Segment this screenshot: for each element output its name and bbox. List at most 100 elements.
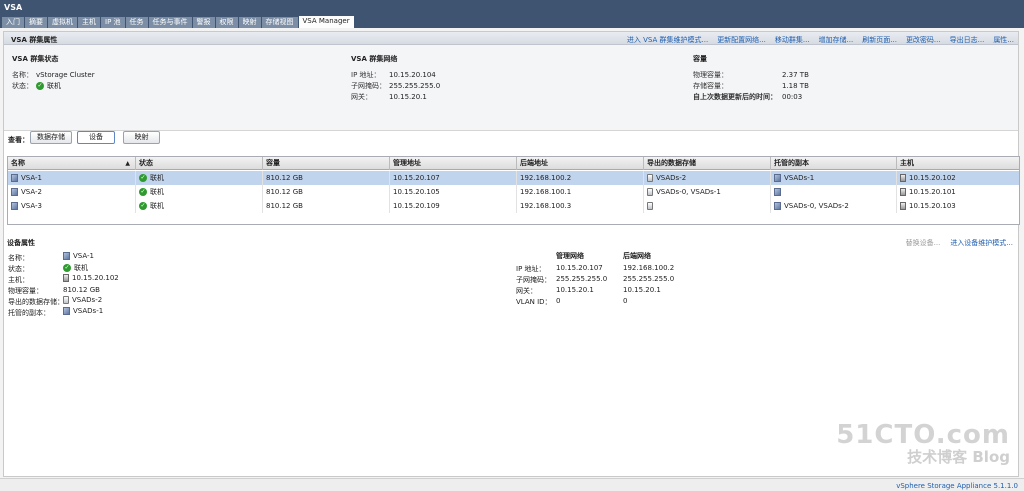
view-label: 查看：	[8, 136, 29, 144]
change-password-link[interactable]: 更改密码...	[906, 35, 941, 45]
replica-icon	[774, 188, 781, 196]
enter-cluster-maintenance-link[interactable]: 进入 VSA 群集维护模式...	[627, 35, 708, 45]
watermark: 51CTO.com 技术博客 Blog	[836, 420, 1010, 467]
cluster-name-label: 名称：	[12, 70, 33, 79]
tab-bar: 入门 摘要 虚拟机 主机 IP 池 任务 任务与事件 警报 权限 映射 存储视图…	[0, 15, 1024, 28]
replica-icon	[774, 202, 781, 210]
tab-tasks-events[interactable]: 任务与事件	[148, 17, 192, 28]
view-map-button[interactable]: 映射	[123, 131, 160, 144]
table-row[interactable]: VSA-2 ✓ 联机 810.12 GB 10.15.20.105 192.168…	[8, 185, 1019, 199]
tab-ip-pools[interactable]: IP 池	[101, 17, 125, 28]
tab-permissions[interactable]: 权限	[215, 17, 238, 28]
enter-appliance-maintenance-link[interactable]: 进入设备维护模式...	[950, 238, 1013, 248]
cluster-capacity-group: 容量 物理容量： 2.37 TB 存储容量： 1.18 TB 自上次数据更新后的时间…	[693, 54, 809, 102]
tab-vsa-manager[interactable]: VSA Manager	[298, 16, 354, 28]
device-mgmt-ip: 10.15.20.107	[556, 264, 603, 272]
device-backend-mask: 255.255.255.0	[623, 275, 675, 283]
table-row[interactable]: VSA-3 ✓ 联机 810.12 GB 10.15.20.109 192.168…	[8, 199, 1019, 213]
table-header: 名称 ▲ 状态 容量 管理地址 后端地址 导出的数据存储 托管的副本 主机	[8, 157, 1019, 170]
cluster-network-group: VSA 群集网络 IP 地址： 10.15.20.104 子网掩码： 255.255…	[351, 54, 440, 102]
physical-capacity-value: 2.37 TB	[782, 70, 809, 79]
cluster-name-value: vStorage Cluster	[36, 70, 95, 79]
host-icon	[900, 188, 906, 196]
appliance-properties-panel: 设备属性 替换设备... 进入设备维护模式... 名称： VSA-1 状态： ✓…	[4, 234, 1018, 324]
device-physical-capacity-value: 810.12 GB	[63, 286, 100, 294]
cluster-capacity-title: 容量	[693, 55, 707, 63]
datastore-icon	[647, 188, 653, 196]
tab-tasks[interactable]: 任务	[125, 17, 148, 28]
appliance-icon	[11, 174, 18, 182]
export-logs-link[interactable]: 导出日志...	[950, 35, 985, 45]
view-appliances-button[interactable]: 设备	[77, 131, 115, 144]
last-update-value: 00:03	[782, 92, 803, 101]
cluster-mask-label: 子网掩码：	[351, 81, 386, 90]
cluster-state-label: 状态：	[12, 81, 33, 90]
properties-link[interactable]: 属性...	[993, 35, 1014, 45]
storage-capacity-label: 存储容量：	[693, 81, 728, 90]
cluster-actions: 进入 VSA 群集维护模式... 更新配置网络... 移动群集... 增加存储.…	[618, 35, 1014, 45]
col-status-header[interactable]: 状态	[136, 157, 263, 170]
replica-icon	[63, 307, 70, 315]
col-name-header[interactable]: 名称 ▲	[8, 157, 136, 170]
device-vlan-label: VLAN ID：	[516, 298, 552, 306]
appliance-actions: 替换设备... 进入设备维护模式...	[906, 238, 1013, 248]
tab-getting-started[interactable]: 入门	[2, 17, 24, 28]
appliance-table: 名称 ▲ 状态 容量 管理地址 后端地址 导出的数据存储 托管的副本 主机 VSA…	[7, 156, 1020, 225]
host-icon	[63, 274, 69, 282]
device-physical-capacity-label: 物理容量：	[8, 287, 43, 295]
tab-hosts[interactable]: 主机	[78, 17, 100, 28]
replace-appliance-link: 替换设备...	[905, 239, 941, 247]
increase-storage-link[interactable]: 增加存储...	[819, 35, 854, 45]
col-host-header[interactable]: 主机	[897, 157, 1019, 170]
reconfigure-network-link[interactable]: 更新配置网络...	[717, 35, 766, 45]
col-exported-datastores-header[interactable]: 导出的数据存储	[644, 157, 771, 170]
tab-virtual-machines[interactable]: 虚拟机	[48, 17, 77, 28]
device-backend-gateway: 10.15.20.1	[623, 286, 661, 294]
col-capacity-header[interactable]: 容量	[263, 157, 390, 170]
host-icon	[900, 202, 906, 210]
online-check-icon: ✓	[63, 264, 71, 272]
online-check-icon: ✓	[139, 174, 147, 182]
device-mask-label: 子网掩码：	[516, 276, 551, 284]
tab-storage-views[interactable]: 存储视图	[261, 17, 298, 28]
device-backend-vlan: 0	[623, 297, 628, 305]
cluster-properties-header: VSA 群集属性 进入 VSA 群集维护模式... 更新配置网络... 移动群集…	[4, 32, 1018, 45]
version-label: vSphere Storage Appliance 5.1.1.0	[896, 482, 1018, 490]
refresh-page-link[interactable]: 刷新页面...	[862, 35, 897, 45]
col-hosted-replicas-header[interactable]: 托管的副本	[771, 157, 897, 170]
device-ip-label: IP 地址：	[516, 265, 546, 273]
cluster-network-title: VSA 群集网络	[351, 55, 398, 63]
table-row[interactable]: VSA-1 ✓ 联机 810.12 GB 10.15.20.107 192.168…	[8, 171, 1019, 185]
tab-maps[interactable]: 映射	[238, 17, 261, 28]
online-check-icon: ✓	[139, 188, 147, 196]
move-cluster-link[interactable]: 移动群集...	[775, 35, 810, 45]
app-title: VSA	[0, 0, 1024, 15]
cluster-properties-panel: VSA 群集状态 名称： vStorage Cluster 状态： ✓ 联机 VSA …	[4, 45, 1018, 131]
physical-capacity-label: 物理容量：	[693, 70, 728, 79]
appliance-icon	[11, 188, 18, 196]
replica-icon	[774, 174, 781, 182]
cluster-ip-label: IP 地址：	[351, 70, 381, 79]
tab-summary[interactable]: 摘要	[25, 17, 47, 28]
col-backend-address-header[interactable]: 后端地址	[517, 157, 644, 170]
col-mgmt-address-header[interactable]: 管理地址	[390, 157, 517, 170]
online-check-icon: ✓	[139, 202, 147, 210]
device-exported-label: 导出的数据存储：	[8, 298, 64, 306]
vsa-manager-panel: VSA 群集属性 进入 VSA 群集维护模式... 更新配置网络... 移动群集…	[3, 31, 1020, 477]
device-backend-ip: 192.168.100.2	[623, 264, 675, 272]
cluster-status-group: VSA 群集状态 名称： vStorage Cluster 状态： ✓ 联机	[12, 54, 95, 91]
status-footer: vSphere Storage Appliance 5.1.1.0	[0, 478, 1024, 491]
device-name-value: VSA-1	[73, 252, 94, 260]
device-exported-value: VSADs-2	[72, 296, 103, 304]
cluster-mask-value: 255.255.255.0	[389, 81, 441, 90]
view-datastores-button[interactable]: 数据存储	[30, 131, 72, 144]
tab-alarms[interactable]: 警报	[192, 17, 215, 28]
device-state-value: 联机	[74, 264, 88, 272]
cluster-properties-title: VSA 群集属性	[11, 36, 58, 44]
device-replica-value: VSADs-1	[73, 307, 104, 315]
datastore-icon	[63, 296, 69, 304]
device-host-value: 10.15.20.102	[72, 274, 119, 282]
storage-capacity-value: 1.18 TB	[782, 81, 809, 90]
cluster-gateway-label: 网关：	[351, 92, 372, 101]
device-state-label: 状态：	[8, 265, 29, 273]
